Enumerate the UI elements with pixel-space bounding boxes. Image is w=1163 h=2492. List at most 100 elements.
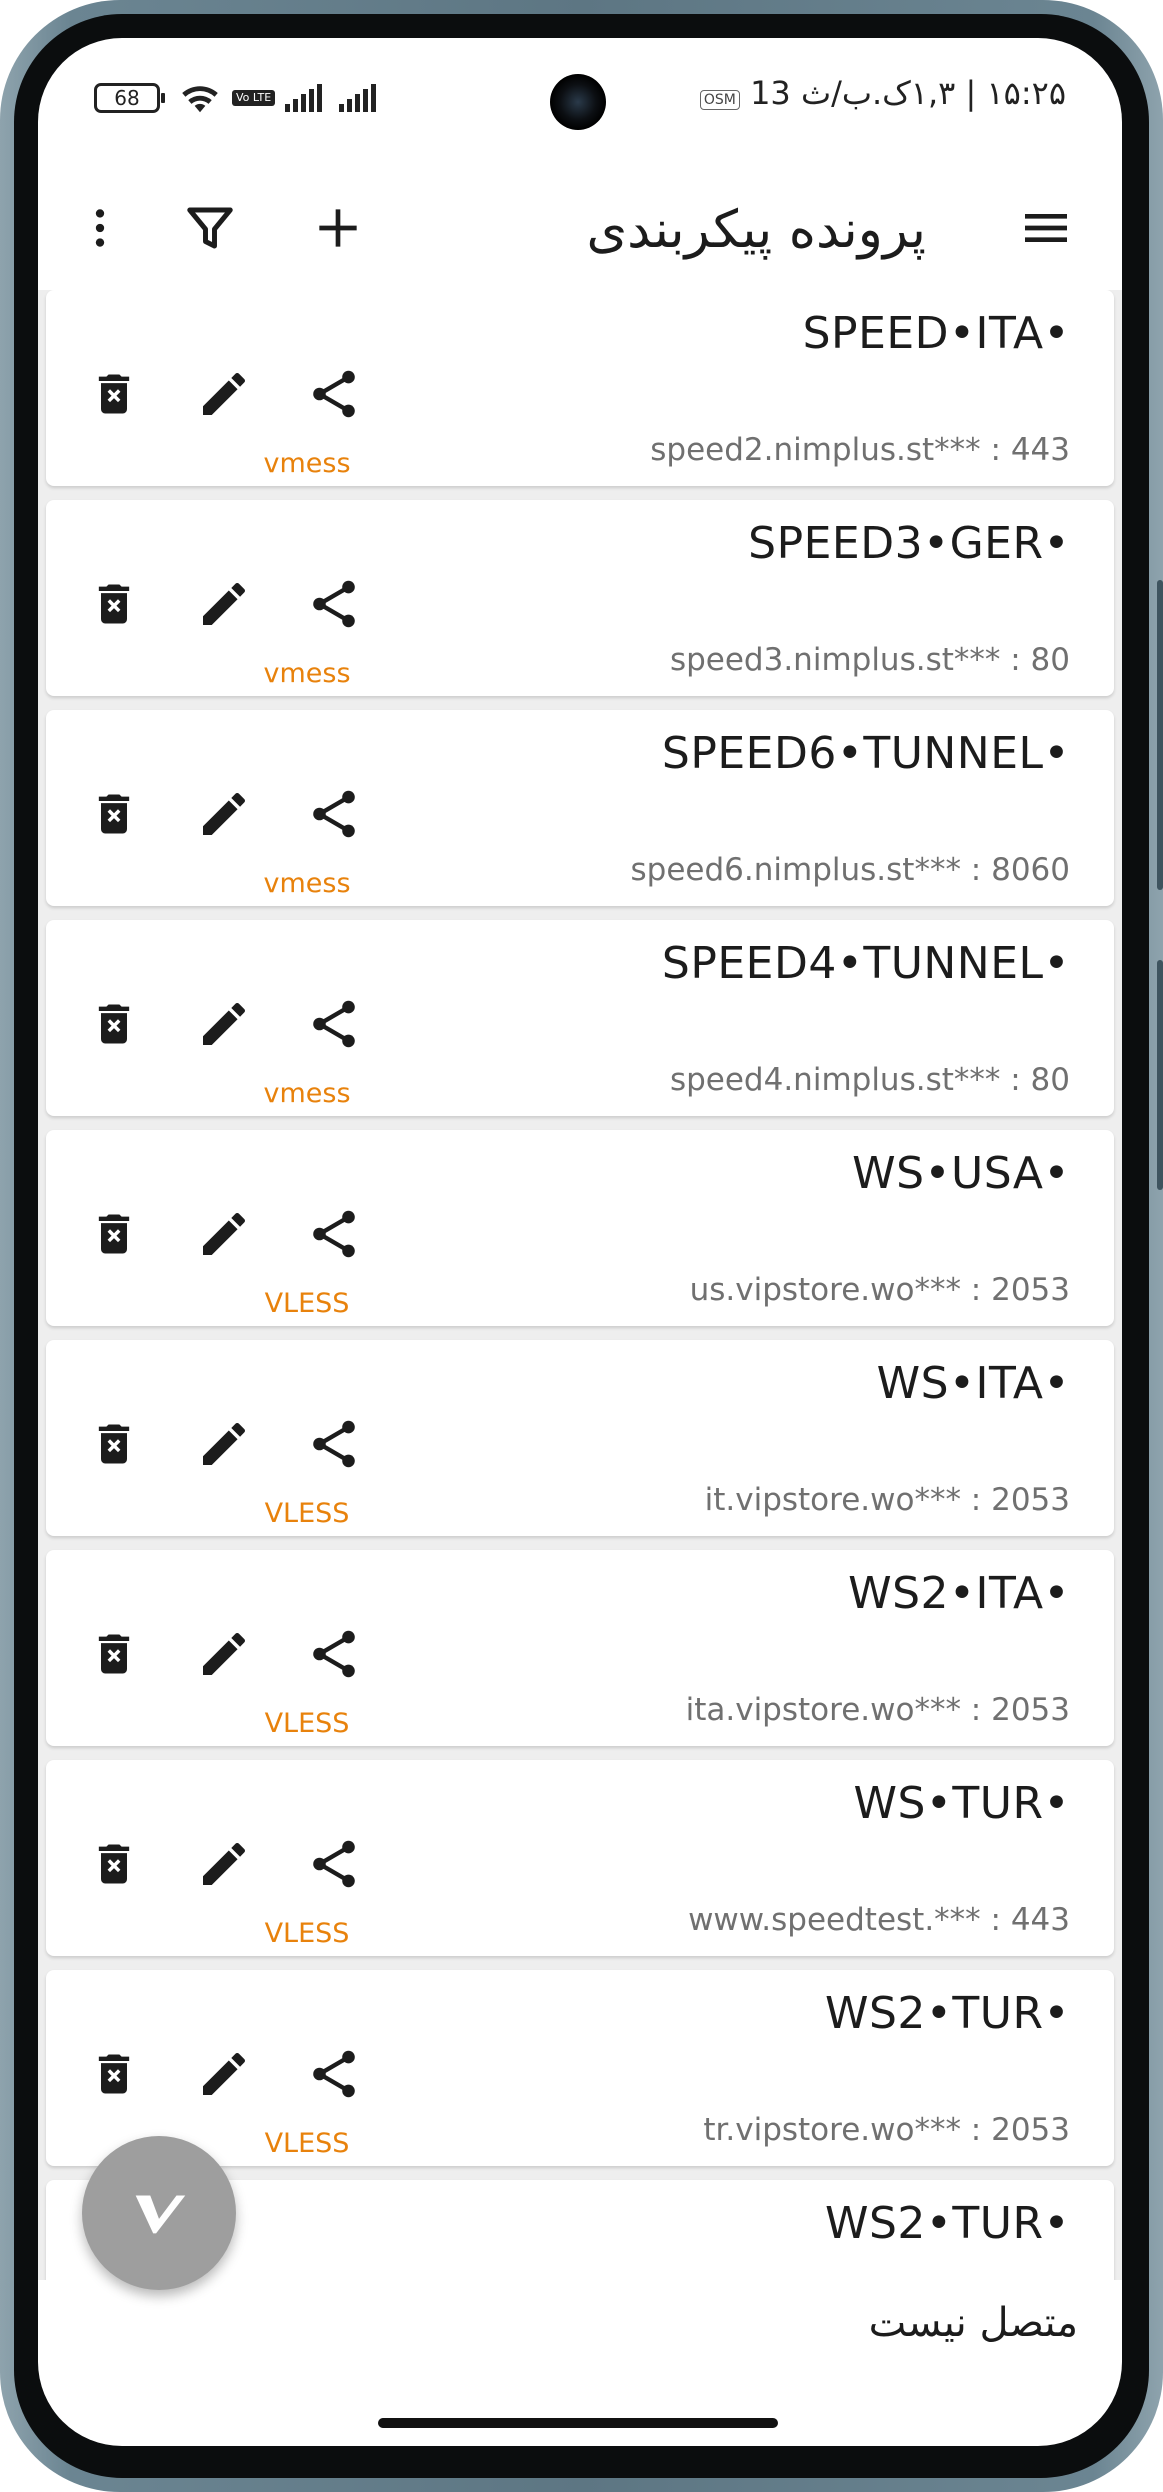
server-address: speed2.nimplus.st*** : 443 [650,432,1070,468]
server-card[interactable]: WS•ITA• VLESS it.vipstore.wo*** : 2053 [46,1340,1114,1536]
server-card[interactable]: SPEED3•GER• vmess speed3.nimplus.st*** :… [46,500,1114,696]
delete-icon [98,794,130,834]
edit-icon [203,1002,246,1045]
server-list[interactable]: SPEED•ITA• vmess speed2.nimplus.st*** : … [38,290,1122,2280]
server-card[interactable]: WS•TUR• VLESS www.speedtest.*** : 443 [46,1760,1114,1956]
connection-status[interactable]: متصل نیست [869,2300,1078,2346]
server-address: speed3.nimplus.st*** : 80 [669,642,1070,678]
delete-icon [98,2054,130,2094]
server-card[interactable]: WS2•TUR• VLESS tr.vipstore.wo*** : 2053 [46,1970,1114,2166]
edit-button[interactable] [192,1832,256,1896]
delete-button[interactable] [82,992,146,1056]
delete-icon [98,1424,130,1464]
delete-button[interactable] [82,1202,146,1266]
menu-icon [1025,214,1067,242]
delete-button[interactable] [82,572,146,636]
filter-button[interactable] [178,196,242,260]
edit-icon [203,1632,246,1675]
server-card[interactable]: SPEED4•TUNNEL• vmess speed4.nimplus.st**… [46,920,1114,1116]
server-name: WS•USA• [852,1148,1070,1199]
protocol-label: vmess [263,868,351,899]
server-address: it.vipstore.wo*** : 2053 [704,1482,1070,1518]
share-button[interactable] [302,362,366,426]
share-icon [313,1210,355,1258]
delete-icon [98,1844,130,1884]
signal-2-icon [339,84,377,112]
time-date-text: ۱۵:۲۵ | ۱,۳ک.ب/ث [800,74,1066,112]
protocol-label: vmess [263,1078,351,1109]
status-time: ۱۵:۲۵ | ۱,۳ک.ب/ث OSM 13 [699,74,1066,112]
edit-button[interactable] [192,992,256,1056]
delete-icon [98,584,130,624]
server-address: speed4.nimplus.st*** : 80 [669,1062,1070,1098]
delete-icon [98,1214,130,1254]
share-button[interactable] [302,2042,366,2106]
server-address: www.speedtest.*** : 443 [688,1902,1070,1938]
edit-button[interactable] [192,782,256,846]
protocol-label: VLESS [264,1918,350,1949]
server-name: WS2•ITA• [848,1568,1070,1619]
share-icon [313,1000,355,1048]
share-button[interactable] [302,572,366,636]
protocol-label: vmess [263,448,351,479]
v-logo-icon [135,2195,186,2234]
protocol-label: VLESS [264,1498,350,1529]
edit-icon [203,582,246,625]
phone-frame: 68 Vo LTE ۱۵:۲۵ | ۱,۳ک.ب/ث OSM 13 پرونده… [0,0,1163,2492]
volte-icon: Vo LTE [232,90,276,106]
protocol-label: VLESS [264,2128,350,2159]
server-name: SPEED4•TUNNEL• [661,938,1070,989]
delete-button[interactable] [82,1412,146,1476]
delete-button[interactable] [82,2042,146,2106]
filter-icon [187,207,233,249]
delete-button[interactable] [82,1622,146,1686]
server-name: WS•ITA• [876,1358,1070,1409]
share-button[interactable] [302,1202,366,1266]
edit-button[interactable] [192,1412,256,1476]
delete-icon [98,1634,130,1674]
share-button[interactable] [302,1622,366,1686]
server-name: SPEED6•TUNNEL• [661,728,1070,779]
server-name: SPEED3•GER• [748,518,1070,569]
delete-button[interactable] [82,362,146,426]
edit-button[interactable] [192,572,256,636]
edit-button[interactable] [192,1202,256,1266]
app-bar: پرونده پیکربندی [38,158,1122,298]
edit-button[interactable] [192,1622,256,1686]
menu-button[interactable] [1014,196,1078,260]
status-bar: 68 Vo LTE ۱۵:۲۵ | ۱,۳ک.ب/ث OSM 13 [38,38,1122,158]
server-address: us.vipstore.wo*** : 2053 [689,1272,1070,1308]
more-options-button[interactable] [68,196,132,260]
edit-icon [203,792,246,835]
osm-badge: OSM [699,90,740,110]
share-icon [313,1840,355,1888]
delete-icon [98,1004,130,1044]
server-address: speed6.nimplus.st*** : 8060 [630,852,1070,888]
server-card[interactable]: WS2•ITA• VLESS ita.vipstore.wo*** : 2053 [46,1550,1114,1746]
signal-1-icon [285,84,323,112]
server-card[interactable]: SPEED6•TUNNEL• vmess speed6.nimplus.st**… [46,710,1114,906]
share-button[interactable] [302,782,366,846]
add-button[interactable] [306,196,370,260]
edit-button[interactable] [192,362,256,426]
delete-button[interactable] [82,1832,146,1896]
connect-fab[interactable] [82,2136,236,2290]
page-title: پرونده پیکربندی [586,200,926,260]
delete-icon [98,374,130,414]
edit-button[interactable] [192,2042,256,2106]
protocol-label: VLESS [264,1708,350,1739]
battery-indicator: 68 [94,83,165,113]
edit-icon [203,372,246,415]
server-card[interactable]: WS•USA• VLESS us.vipstore.wo*** : 2053 [46,1130,1114,1326]
notification-count: 13 [750,74,791,112]
home-indicator[interactable] [378,2418,778,2428]
share-button[interactable] [302,992,366,1056]
status-icons: Vo LTE [178,82,383,114]
share-icon [313,2050,355,2098]
delete-button[interactable] [82,782,146,846]
wifi-icon [182,86,218,113]
server-card[interactable]: SPEED•ITA• vmess speed2.nimplus.st*** : … [46,290,1114,486]
share-button[interactable] [302,1412,366,1476]
protocol-label: vmess [263,658,351,689]
share-button[interactable] [302,1832,366,1896]
